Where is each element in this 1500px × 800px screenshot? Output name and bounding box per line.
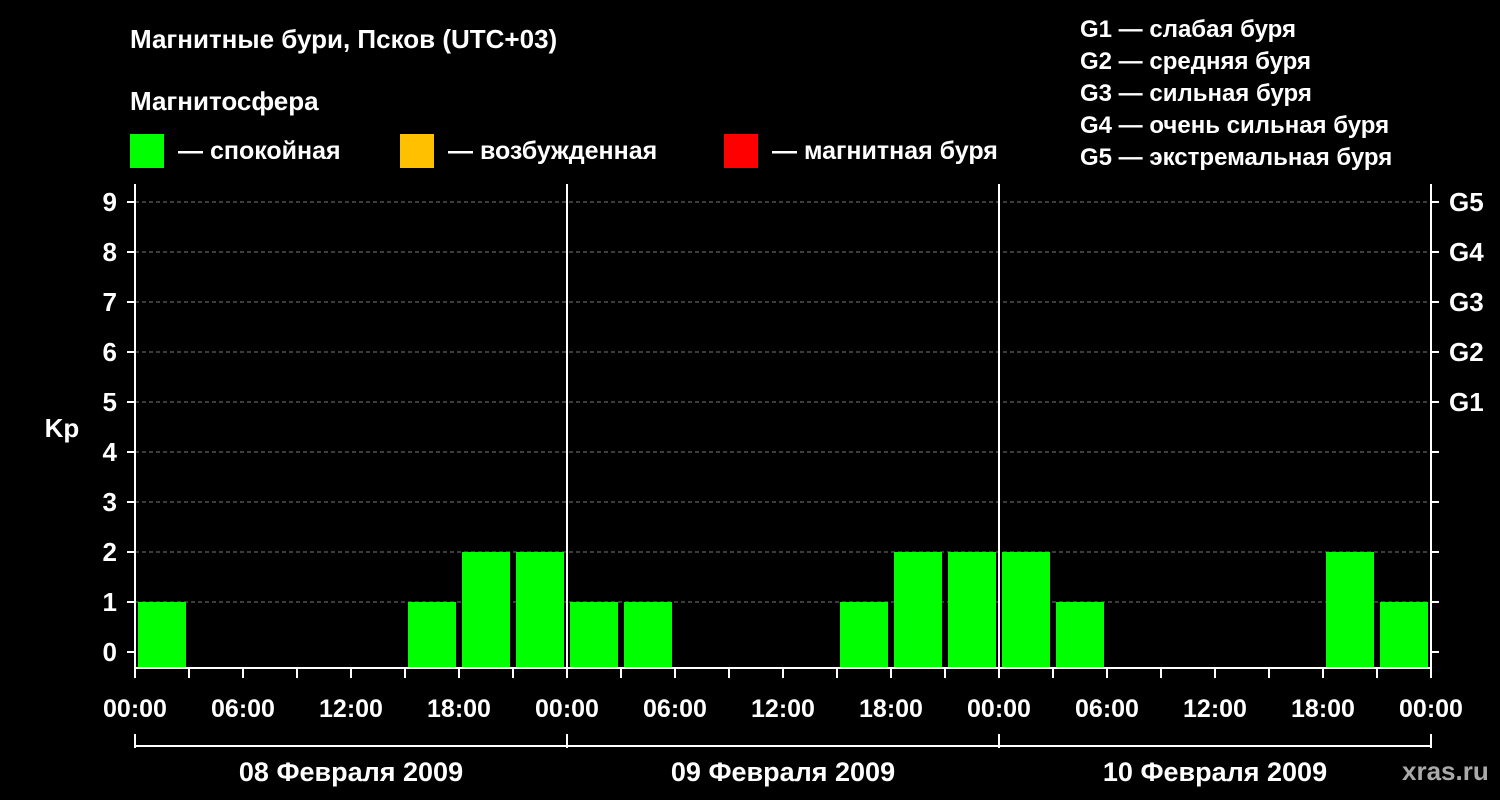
x-tick-label: 18:00 xyxy=(1291,695,1355,723)
y-tick-label: 4 xyxy=(103,437,118,467)
y-tick-label: 5 xyxy=(103,387,117,417)
x-tick-label: 06:00 xyxy=(211,695,275,723)
g-axis-label: G1 xyxy=(1449,387,1484,417)
x-tick-label: 00:00 xyxy=(967,695,1031,723)
x-tick-label: 00:00 xyxy=(535,695,599,723)
kp-bar xyxy=(894,552,942,668)
day-label: 09 Февраля 2009 xyxy=(671,757,895,787)
kp-bar-chart: 0 1 2 3 4 5 6 7 8 9 G1 G2 G3 G4 G5 Kp 00:00 06:00 12:00 18:… xyxy=(45,184,1484,787)
x-tick-label: 18:00 xyxy=(859,695,923,723)
x-tick-label: 12:00 xyxy=(1183,695,1247,723)
day-label: 08 Февраля 2009 xyxy=(239,757,463,787)
kp-bar xyxy=(624,602,672,668)
g-axis-label: G4 xyxy=(1449,237,1484,267)
y-tick-label: 2 xyxy=(103,537,117,567)
g-axis-label: G3 xyxy=(1449,287,1484,317)
kp-bar xyxy=(1380,602,1428,668)
x-tick-label: 00:00 xyxy=(1399,695,1463,723)
day-label: 10 Февраля 2009 xyxy=(1103,757,1327,787)
kp-bar xyxy=(948,552,996,668)
kp-bar xyxy=(462,552,510,668)
kp-bar xyxy=(408,602,456,668)
kp-bar xyxy=(1056,602,1104,668)
x-tick-label: 06:00 xyxy=(1075,695,1139,723)
y-tick-label: 3 xyxy=(103,487,117,517)
kp-bar xyxy=(138,602,186,668)
watermark: xras.ru xyxy=(1402,756,1489,786)
kp-bar xyxy=(516,552,564,668)
kp-bar xyxy=(840,602,888,668)
x-tick-label: 00:00 xyxy=(103,695,167,723)
x-tick-label: 12:00 xyxy=(751,695,815,723)
g-axis-label: G5 xyxy=(1449,187,1484,217)
kp-bar xyxy=(1326,552,1374,668)
g-axis-label: G2 xyxy=(1449,337,1484,367)
y-axis-title: Kp xyxy=(45,413,80,443)
y-tick-label: 6 xyxy=(103,337,117,367)
kp-bar xyxy=(570,602,618,668)
y-tick-label: 1 xyxy=(103,587,117,617)
y-tick-label: 9 xyxy=(103,187,117,217)
x-tick-label: 18:00 xyxy=(427,695,491,723)
x-tick-label: 12:00 xyxy=(319,695,383,723)
y-tick-label: 8 xyxy=(103,237,117,267)
x-tick-label: 06:00 xyxy=(643,695,707,723)
y-tick-label: 0 xyxy=(103,637,117,667)
kp-bar xyxy=(1002,552,1050,668)
y-tick-label: 7 xyxy=(103,287,117,317)
